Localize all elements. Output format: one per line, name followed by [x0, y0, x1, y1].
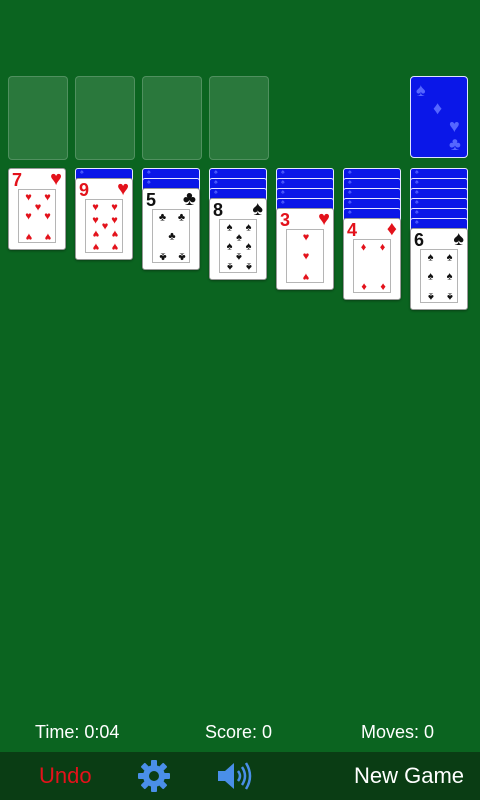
tableau-top-card-7[interactable]: 6 ♠ ♠ ♠ ♠ ♠ ♠ ♠	[410, 228, 468, 310]
pip-icon: ♣	[177, 250, 186, 263]
tableau-top-card-4[interactable]: 8 ♠ ♠ ♠ ♠ ♠ ♠ ♠ ♠ ♠	[209, 198, 267, 280]
pip-icon: ♥	[25, 191, 32, 204]
card-back-pattern-icon: ♣	[449, 134, 461, 154]
card-back-pattern-icon: ♦	[433, 98, 443, 118]
pip-icon: ♠	[245, 221, 252, 234]
card-face: ♠ ♠ ♠ ♠ ♠ ♠ ♠ ♠	[219, 219, 257, 273]
pip-icon: ♠	[236, 231, 242, 244]
pip-icon: ♦	[379, 241, 386, 254]
pip-icon: ♠	[446, 251, 453, 264]
suit-icon: ♥	[117, 178, 129, 200]
tableau-top-card-6[interactable]: 4 ♦ ♦ ♦ ♦ ♦	[343, 218, 401, 300]
card-rank: 8	[213, 200, 224, 220]
pip-icon: ♠	[427, 290, 434, 303]
undo-button[interactable]: Undo	[39, 763, 92, 789]
card-back-pattern-icon: ♥	[449, 116, 460, 136]
pip-icon: ♠	[427, 251, 434, 264]
pip-icon: ♥	[34, 201, 42, 214]
tableau-top-card-1[interactable]: 7 ♥ ♥ ♥ ♥ ♥ ♥ ♥ ♥	[8, 168, 66, 250]
pip-icon: ♦	[360, 241, 367, 254]
pip-icon: ♥	[111, 201, 118, 214]
pip-icon: ♠	[446, 270, 453, 283]
card-back-pattern-icon: ♠	[416, 80, 426, 100]
suit-icon: ♥	[50, 168, 62, 190]
pip-icon: ♣	[158, 211, 167, 224]
pip-icon: ♠	[245, 240, 252, 253]
pip-icon: ♠	[446, 290, 453, 303]
pip-icon: ♠	[427, 270, 434, 283]
pip-icon: ♠	[245, 260, 252, 273]
card-face: ♠ ♠ ♠ ♠ ♠ ♠	[420, 249, 458, 303]
speaker-icon[interactable]	[216, 761, 254, 791]
pip-icon: ♥	[92, 214, 99, 227]
pip-icon: ♠	[226, 240, 233, 253]
pip-icon: ♥	[92, 227, 99, 240]
pip-icon: ♥	[25, 210, 32, 223]
pip-icon: ♣	[168, 230, 176, 243]
moves-display: Moves: 0	[361, 722, 435, 742]
card-face: ♥ ♥ ♥ ♥ ♥ ♥ ♥	[18, 189, 56, 243]
stock-pile[interactable]: ♠ ♦ ♥ ♣	[410, 76, 468, 158]
pip-icon: ♥	[101, 220, 109, 233]
suit-icon: ♥	[318, 208, 330, 230]
pip-icon: ♥	[44, 230, 51, 243]
suit-icon: ♠	[453, 228, 464, 250]
card-rank: 7	[12, 170, 23, 190]
pip-icon: ♥	[92, 240, 99, 253]
card-rank: 4	[347, 220, 358, 240]
pip-icon: ♥	[44, 191, 51, 204]
suit-icon: ♠	[252, 198, 263, 220]
card-rank: 9	[79, 180, 90, 200]
card-rank: 5	[146, 190, 157, 210]
pip-icon: ♥	[302, 270, 310, 283]
pip-icon: ♣	[158, 250, 167, 263]
score-display: Score: 0	[205, 722, 273, 742]
tableau-top-card-2[interactable]: 9 ♥ ♥ ♥ ♥ ♥ ♥ ♥ ♥ ♥ ♥	[75, 178, 133, 260]
card-face: ♣ ♣ ♣ ♣ ♣	[152, 209, 190, 263]
suit-icon: ♦	[386, 218, 397, 240]
tableau-top-card-3[interactable]: 5 ♣ ♣ ♣ ♣ ♣ ♣	[142, 188, 200, 270]
new-game-button[interactable]: New Game	[354, 763, 464, 789]
foundation-pile-1[interactable]	[8, 76, 68, 160]
pip-icon: ♥	[302, 231, 310, 244]
pip-icon: ♦	[360, 280, 367, 293]
gear-icon[interactable]	[137, 759, 171, 793]
pip-icon: ♣	[177, 211, 186, 224]
tableau-top-card-5[interactable]: 3 ♥ ♥ ♥ ♥	[276, 208, 334, 290]
time-display: Time: 0:04	[35, 722, 120, 742]
pip-icon: ♠	[226, 221, 233, 234]
pip-icon: ♦	[379, 280, 386, 293]
bottom-toolbar: Undo New Game	[0, 752, 480, 800]
foundation-pile-4[interactable]	[209, 76, 269, 160]
pip-icon: ♥	[111, 227, 118, 240]
foundation-pile-2[interactable]	[75, 76, 135, 160]
card-rank: 6	[414, 230, 425, 250]
pip-icon: ♥	[111, 240, 118, 253]
pip-icon: ♥	[25, 230, 32, 243]
card-face: ♥ ♥ ♥ ♥ ♥ ♥ ♥ ♥ ♥	[85, 199, 123, 253]
pip-icon: ♥	[302, 250, 310, 263]
card-face: ♦ ♦ ♦ ♦	[353, 239, 391, 293]
suit-icon: ♣	[182, 188, 196, 210]
pip-icon: ♠	[236, 250, 242, 263]
pip-icon: ♥	[111, 214, 118, 227]
pip-icon: ♠	[226, 260, 233, 273]
card-face: ♥ ♥ ♥	[286, 229, 324, 283]
pip-icon: ♥	[44, 210, 51, 223]
foundation-pile-3[interactable]	[142, 76, 202, 160]
pip-icon: ♥	[92, 201, 99, 214]
card-rank: 3	[280, 210, 291, 230]
